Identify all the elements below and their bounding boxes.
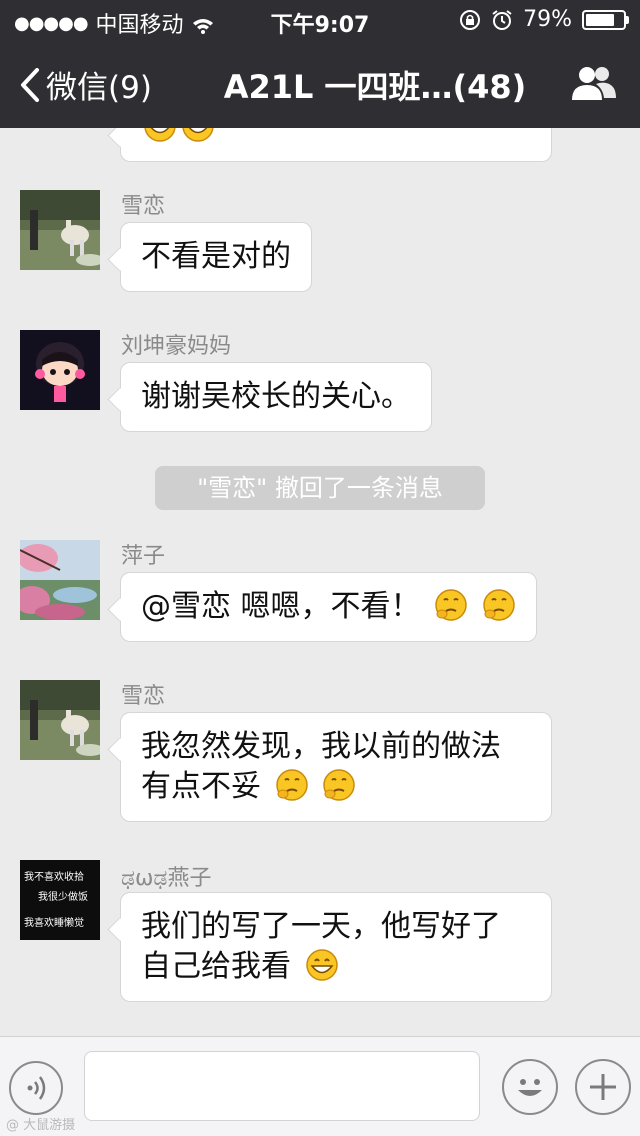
- sender-name: 萍子: [121, 544, 166, 569]
- message-text: @雪恋 嗯嗯，不看！: [141, 589, 421, 624]
- sender-name: ಢωಢ燕子: [121, 866, 212, 891]
- voice-input-button[interactable]: [9, 1061, 63, 1115]
- more-actions-button[interactable]: [575, 1059, 631, 1115]
- chat-title: A21L 一四班…(48): [223, 68, 527, 106]
- message-text: 不看是对的: [141, 239, 291, 274]
- chevron-left-icon: [21, 67, 39, 102]
- emoji-button[interactable]: [502, 1059, 558, 1115]
- orientation-lock-icon: [459, 9, 481, 31]
- message-bubble[interactable]: @雪恋 嗯嗯，不看！: [120, 572, 537, 642]
- thinking-emoji-icon: [323, 769, 355, 801]
- message-bubble[interactable]: 谢谢吴校长的关心。: [120, 362, 432, 432]
- avatar-liukunhao-mom[interactable]: [20, 330, 100, 410]
- grinning-emoji-icon: [144, 128, 176, 142]
- wechat-group-chat-screen: ●●●●● 中国移动 下午9:07 79% 微信(9) A21L 一四班…(48…: [0, 0, 640, 1136]
- grinning-emoji-icon: [305, 949, 338, 981]
- thinking-emoji-icon: [482, 589, 515, 621]
- sender-name: 雪恋: [121, 194, 166, 219]
- message-text: 谢谢吴校长的关心。: [141, 379, 411, 414]
- avatar-garden-photo: [20, 190, 100, 270]
- message-bubble[interactable]: 我忽然发现，我以前的做法 有点不妥: [120, 712, 552, 822]
- navigation-bar: 微信(9) A21L 一四班…(48): [0, 40, 640, 128]
- battery-icon: [582, 9, 629, 30]
- recall-notice: "雪恋" 撤回了一条消息: [155, 466, 485, 510]
- message-text-line: 有点不妥: [141, 769, 261, 804]
- group-members-icon: [572, 67, 616, 100]
- avatar-text-line: 我喜欢睡懒觉: [24, 916, 84, 929]
- sender-name: 雪恋: [121, 684, 166, 709]
- message-bubble[interactable]: 不看是对的: [120, 222, 312, 292]
- avatar-text-line: 我很少做饭: [38, 890, 88, 903]
- grinning-emoji-icon: [182, 128, 214, 142]
- group-members-button[interactable]: [570, 64, 618, 104]
- voice-icon: [27, 1076, 46, 1100]
- back-button[interactable]: 微信(9): [20, 62, 152, 107]
- message-input[interactable]: [84, 1051, 480, 1121]
- avatar-yanzi[interactable]: 我不喜欢收拾 我很少做饭 我喜欢睡懒觉: [20, 860, 100, 940]
- battery-level: [586, 13, 614, 26]
- message-list[interactable]: 雪恋 不看是对的 刘坤豪妈妈 谢谢吴校长的关心。 "雪恋" 撤回了一条消息 萍子…: [0, 128, 640, 1036]
- alarm-icon: [491, 9, 513, 31]
- avatar-pingzi[interactable]: [20, 540, 100, 620]
- plus-icon: [590, 1074, 616, 1100]
- status-bar: ●●●●● 中国移动 下午9:07 79%: [0, 0, 640, 40]
- avatar-text-line: 我不喜欢收拾: [24, 870, 84, 883]
- avatar-cartoon-girl: [20, 330, 100, 410]
- avatar-cherry-blossom-photo: [20, 540, 100, 620]
- thinking-emoji-icon: [435, 589, 467, 621]
- message-bubble-partial[interactable]: [120, 128, 552, 162]
- avatar-garden-photo: [20, 680, 100, 760]
- message-text-line: 我忽然发现，我以前的做法: [141, 729, 501, 764]
- watermark: @ 大鼠游摄: [6, 1118, 76, 1133]
- smiley-icon: [518, 1079, 542, 1096]
- top-bar: ●●●●● 中国移动 下午9:07 79% 微信(9) A21L 一四班…(48…: [0, 0, 640, 128]
- avatar-xuelian[interactable]: [20, 190, 100, 270]
- avatar-xuelian[interactable]: [20, 680, 100, 760]
- back-button-label: 微信(9): [46, 70, 152, 106]
- avatar-text-image: 我不喜欢收拾 我很少做饭 我喜欢睡懒觉: [20, 860, 100, 940]
- message-bubble[interactable]: 我们的写了一天，他写好了 自己给我看: [120, 892, 552, 1002]
- message-text-line: 自己给我看: [141, 949, 291, 984]
- sender-name: 刘坤豪妈妈: [121, 334, 232, 359]
- thinking-emoji-icon: [275, 769, 308, 801]
- battery-percent: 79%: [523, 7, 572, 32]
- message-text-line: 我们的写了一天，他写好了: [141, 909, 501, 944]
- input-toolbar: [0, 1036, 640, 1136]
